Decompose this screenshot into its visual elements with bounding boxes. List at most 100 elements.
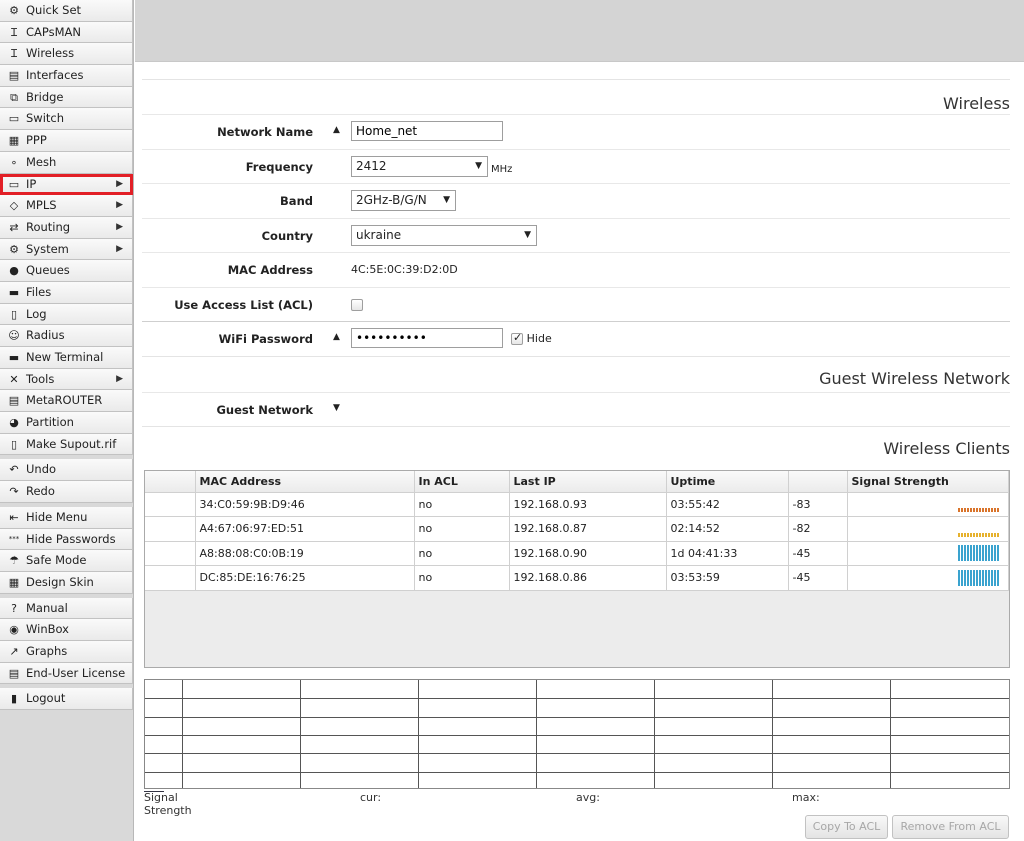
signal-strength-meter bbox=[958, 545, 1000, 562]
wifi-password-input[interactable] bbox=[351, 328, 503, 348]
client-uptime-cell: 1d 04:41:33 bbox=[666, 541, 789, 566]
collapse-arrow-icon[interactable]: ▲ bbox=[333, 125, 340, 135]
copy-to-acl-button[interactable]: Copy To ACL bbox=[805, 815, 888, 839]
sidebar-item-label: New Terminal bbox=[26, 350, 104, 364]
sidebar-item-redo[interactable]: ↷ Redo bbox=[0, 481, 133, 503]
client-mac-cell: DC:85:DE:16:76:25 bbox=[195, 565, 415, 591]
signal-bar bbox=[970, 532, 972, 537]
logout-icon: ▮ bbox=[10, 692, 18, 706]
acl-checkbox[interactable] bbox=[351, 298, 363, 311]
submenu-arrow-icon: ▶ bbox=[116, 178, 123, 189]
table-row[interactable]: A8:88:08:C0:0B:19 no 192.168.0.90 1d 04:41:… bbox=[145, 541, 1009, 566]
table-row[interactable]: 34:C0:59:9B:D9:46 no 192.168.0.93 03:55:42-… bbox=[145, 492, 1009, 517]
sidebar-item-label: Undo bbox=[26, 462, 57, 477]
sidebar-item-metarouter[interactable]: ▤ MetaROUTER bbox=[0, 390, 133, 413]
sidebar-item-graphs[interactable]: ↗ Graphs bbox=[0, 640, 133, 663]
column-header-acl[interactable]: In ACL bbox=[414, 471, 510, 493]
frequency-select[interactable]: 2412 ▼ MHz bbox=[351, 155, 512, 177]
sidebar-item-undo[interactable]: ↶ Undo bbox=[0, 459, 133, 482]
users-icon: ☺ bbox=[8, 329, 20, 343]
sidebar-item-switch[interactable]: ▭ Switch bbox=[0, 108, 133, 131]
remove-from-acl-button[interactable]: Remove From ACL bbox=[892, 815, 1009, 839]
sidebar-item-safe-mode[interactable]: ☂ Safe Mode bbox=[0, 550, 133, 572]
table-row[interactable]: A4:67:06:97:ED:51 no 192.168.0.87 02:14:52-… bbox=[145, 516, 1009, 542]
country-label: Country bbox=[261, 228, 313, 243]
column-header-ip[interactable]: Last IP bbox=[509, 471, 667, 493]
signal-bar bbox=[961, 545, 963, 562]
sidebar-item-mesh[interactable]: ∘ Mesh bbox=[0, 151, 133, 174]
sidebar-item-wireless[interactable]: Ɪ Wireless bbox=[0, 43, 133, 66]
sidebar-item-ppp[interactable]: ▦ PPP bbox=[0, 130, 133, 152]
acl-label: Use Access List (ACL) bbox=[174, 297, 313, 312]
country-value: ukraine bbox=[356, 227, 402, 242]
signal-bar bbox=[976, 508, 978, 513]
sidebar-item-queues[interactable]: ● Queues bbox=[0, 260, 133, 282]
sidebar-item-new-terminal[interactable]: ▬ New Terminal bbox=[0, 347, 133, 369]
mac-address-row: MAC Address 4C:5E:0C:39:D2:0D bbox=[142, 252, 1010, 287]
sidebar-item-hide-menu[interactable]: ⇤ Hide Menu bbox=[0, 506, 133, 529]
signal-bar bbox=[988, 545, 990, 562]
sidebar-item-radius[interactable]: ☺ Radius bbox=[0, 325, 133, 347]
sidebar-item-end-user-license[interactable]: ▤ End-User License bbox=[0, 662, 133, 685]
column-header-blank[interactable] bbox=[145, 471, 196, 493]
wireless-clients-table: MAC Address In ACL Last IP Uptime Signal… bbox=[144, 470, 1010, 668]
client-ip-cell: 192.168.0.87 bbox=[509, 516, 667, 542]
signal-bar bbox=[958, 532, 960, 537]
signal-bar bbox=[985, 508, 987, 513]
sidebar-item-winbox[interactable]: ◉ WinBox bbox=[0, 619, 133, 641]
graph-gridline bbox=[300, 680, 301, 788]
collapse-arrow-icon[interactable]: ▲ bbox=[333, 332, 340, 342]
signal-bar bbox=[961, 508, 963, 513]
expand-arrow-icon[interactable]: ▼ bbox=[333, 403, 340, 413]
sidebar-item-manual[interactable]: ? Manual bbox=[0, 597, 133, 620]
client-signal-cell: -82 bbox=[788, 516, 848, 542]
signal-bar bbox=[994, 532, 996, 537]
column-header-uptime[interactable]: Uptime bbox=[666, 471, 789, 493]
graph-icon: ↗ bbox=[9, 644, 19, 658]
hide-toggle[interactable]: Hide bbox=[511, 331, 552, 345]
country-select[interactable]: ukraine ▼ bbox=[351, 224, 537, 246]
signal-bar bbox=[982, 569, 984, 586]
sidebar-item-partition[interactable]: ◕ Partition bbox=[0, 412, 133, 434]
client-mac-cell: 34:C0:59:9B:D9:46 bbox=[195, 492, 415, 517]
column-header-signal[interactable]: Signal Strength bbox=[847, 471, 1009, 493]
signal-bar bbox=[967, 508, 969, 513]
sidebar-item-label: Partition bbox=[26, 415, 74, 430]
submenu-arrow-icon: ▶ bbox=[116, 200, 123, 211]
sidebar-item-design-skin[interactable]: ▦ Design Skin bbox=[0, 571, 133, 594]
signal-bar bbox=[991, 545, 993, 562]
sidebar-item-quick-set[interactable]: ⚙ Quick Set bbox=[0, 0, 133, 22]
signal-bar bbox=[994, 569, 996, 586]
sidebar-item-files[interactable]: ▬ Files bbox=[0, 281, 133, 304]
column-header-signal-value[interactable] bbox=[788, 471, 848, 493]
signal-bar bbox=[973, 569, 975, 586]
band-select[interactable]: 2GHz-B/G/N ▼ bbox=[351, 190, 456, 211]
sidebar-item-logout[interactable]: ▮ Logout bbox=[0, 688, 133, 710]
signal-bar bbox=[976, 545, 978, 562]
column-header-mac[interactable]: MAC Address bbox=[195, 471, 415, 493]
sidebar-item-routing[interactable]: ⇄ Routing ▶ bbox=[0, 216, 133, 239]
hide-checkbox[interactable] bbox=[511, 331, 523, 345]
legend-signal-label: Signal Strength bbox=[144, 791, 192, 817]
sidebar-item-ip[interactable]: ▭ IP ▶ bbox=[0, 173, 133, 196]
mac-address-label: MAC Address bbox=[227, 263, 313, 277]
signal-bar bbox=[979, 532, 981, 537]
sidebar-item-log[interactable]: ▯ Log bbox=[0, 303, 133, 326]
graph-legend: Signal Strength cur: avg: max: bbox=[144, 791, 1010, 817]
sidebar-item-make-supout-rif[interactable]: ▯ Make Supout.rif bbox=[0, 433, 133, 456]
sidebar-item-interfaces[interactable]: ▤ Interfaces bbox=[0, 65, 133, 87]
signal-bar bbox=[982, 532, 984, 537]
network-name-input[interactable] bbox=[351, 121, 503, 141]
sidebar-item-system[interactable]: ⚙ System ▶ bbox=[0, 238, 133, 261]
sidebar-item-hide-passwords[interactable]: *** Hide Passwords bbox=[0, 528, 133, 551]
sidebar-item-mpls[interactable]: ◇ MPLS ▶ bbox=[0, 195, 133, 217]
sidebar-item-bridge[interactable]: ⧉ Bridge bbox=[0, 86, 133, 109]
signal-bar bbox=[967, 545, 969, 562]
table-row[interactable]: DC:85:DE:16:76:25 no 192.168.0.86 03:53:59-… bbox=[145, 565, 1009, 591]
signal-graph bbox=[144, 679, 1010, 789]
signal-bar bbox=[991, 508, 993, 513]
bridge-icon: ⧉ bbox=[10, 90, 18, 104]
clients-section-title: Wireless Clients bbox=[142, 426, 1010, 462]
sidebar-item-capsman[interactable]: Ɪ CAPsMAN bbox=[0, 21, 133, 44]
sidebar-item-tools[interactable]: ✕ Tools ▶ bbox=[0, 368, 133, 391]
